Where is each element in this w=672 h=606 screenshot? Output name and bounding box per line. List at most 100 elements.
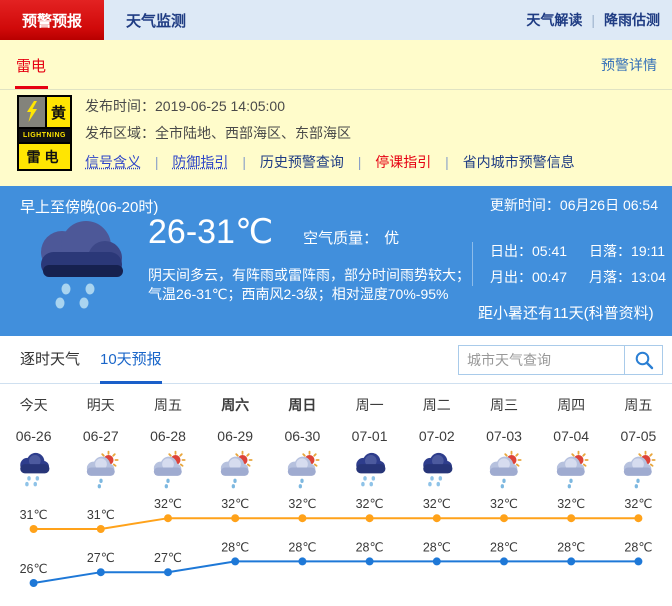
sun-shower-icon: [551, 449, 591, 491]
day-name: 周五: [605, 395, 672, 415]
sunset-label: 日落：: [589, 243, 631, 259]
update-time-line: 更新时间：06月26日 06:54: [490, 195, 658, 215]
issue-area-value: 全市陆地、西部海区、东部海区: [155, 125, 351, 141]
tab-warning-forecast[interactable]: 预警预报: [0, 0, 104, 40]
warning-sign-en-text: LIGHTNING: [19, 129, 70, 142]
high-temp-label: 32℃: [288, 497, 316, 511]
day-date: 06-29: [202, 428, 269, 444]
forecast-day-column[interactable]: 周二07-02: [403, 384, 470, 496]
link-signal-meaning[interactable]: 信号含义: [85, 154, 141, 170]
low-temp-line: [34, 561, 639, 583]
day-date: 06-26: [0, 428, 67, 444]
day-date: 07-03: [470, 428, 537, 444]
forecast-day-column[interactable]: 周五 07-05: [605, 384, 672, 496]
low-temp-label: 28℃: [624, 540, 652, 554]
high-temp-label: 31℃: [87, 508, 115, 522]
low-temp-label: 28℃: [557, 540, 585, 554]
high-temp-point: [634, 514, 642, 522]
forecast-day-column[interactable]: 周三 07-03: [470, 384, 537, 496]
day-date: 06-28: [134, 428, 201, 444]
solar-term-note-link[interactable]: 距小暑还有11天(科普资料): [478, 302, 654, 323]
day-name: 周日: [269, 395, 336, 415]
today-temp-range: 26-31℃: [148, 212, 273, 252]
day-name: 周二: [403, 395, 470, 415]
sunrise-item: 日出：05:41: [490, 238, 567, 264]
update-time-label: 更新时间：: [490, 197, 560, 213]
low-temp-label: 28℃: [423, 540, 451, 554]
low-temp-point: [500, 557, 508, 565]
high-temp-point: [30, 525, 38, 533]
sunrise-value: 05:41: [532, 243, 567, 259]
temp-chart: 31℃31℃32℃32℃32℃32℃32℃32℃32℃32℃26℃27℃27℃2…: [0, 496, 672, 601]
period-title: 早上至傍晚(06-20时): [20, 196, 158, 217]
forecast-day-column[interactable]: 明天06-27: [67, 384, 134, 496]
day-name: 周三: [470, 395, 537, 415]
link-class-suspension-guide[interactable]: 停课指引: [375, 154, 431, 170]
high-temp-label: 32℃: [423, 497, 451, 511]
high-temp-line: [34, 518, 639, 529]
low-temp-point: [567, 557, 575, 565]
issue-time-line: 发布时间：2019-06-25 14:05:00: [85, 96, 285, 116]
low-temp-point: [97, 568, 105, 576]
forecast-day-column[interactable]: 周六06-29: [202, 384, 269, 496]
day-date: 07-05: [605, 428, 672, 444]
issue-area-line: 发布区域：全市陆地、西部海区、东部海区: [85, 123, 351, 143]
issue-time-value: 2019-06-25 14:05:00: [155, 98, 285, 114]
warning-type-tab[interactable]: 雷电: [16, 55, 46, 76]
current-weather-panel: 早上至傍晚(06-20时) 26-31℃ 空气质量：优 阴天间多云，有阵雨或雷阵…: [0, 186, 672, 336]
moonset-label: 月落：: [589, 269, 631, 285]
low-temp-label: 26℃: [20, 562, 48, 576]
forecast-day-column[interactable]: 周一07-01: [336, 384, 403, 496]
search-button[interactable]: [625, 345, 663, 375]
tab-ten-day-forecast[interactable]: 10天预报: [100, 336, 162, 384]
day-date: 06-30: [269, 428, 336, 444]
moonset-item: 月落：13:04: [589, 264, 666, 290]
link-province-city-warnings[interactable]: 省内城市预警信息: [463, 154, 575, 170]
tab-weather-monitor[interactable]: 天气监测: [104, 0, 208, 40]
link-history-warning-query[interactable]: 历史预警查询: [260, 154, 344, 170]
low-temp-point: [30, 579, 38, 587]
forecast-day-column[interactable]: 周五 06-28: [134, 384, 201, 496]
forecast-day-column[interactable]: 周四07-04: [538, 384, 605, 496]
warning-detail-link[interactable]: 预警详情: [601, 55, 657, 75]
sunrise-label: 日出：: [490, 243, 532, 259]
link-weather-interpretation[interactable]: 天气解读: [526, 10, 582, 30]
high-temp-label: 32℃: [624, 497, 652, 511]
top-nav: 预警预报 天气监测 天气解读 | 降雨估测: [0, 0, 672, 40]
high-temp-label: 32℃: [221, 497, 249, 511]
day-name: 明天: [67, 395, 134, 415]
low-temp-point: [634, 557, 642, 565]
day-weather-icon: [148, 449, 188, 491]
rain-cloud-icon: [26, 216, 130, 321]
forecast-day-column[interactable]: 今天 06-26: [0, 384, 67, 496]
sunset-item: 日落：19:11: [589, 238, 666, 264]
low-temp-point: [231, 557, 239, 565]
day-name: 周五: [134, 395, 201, 415]
day-weather-icon: [484, 449, 524, 491]
weather-description-line2: 气温26-31℃；西南风2-3级；相对湿度70%-95%: [148, 285, 470, 304]
link-rain-estimate[interactable]: 降雨估测: [604, 10, 660, 30]
warning-header: 雷电 预警详情: [0, 40, 672, 90]
warn-link-separator: |: [435, 154, 459, 170]
weather-description-line1: 阴天间多云，有阵雨或雷阵雨，部分时间雨势较大；: [148, 266, 470, 285]
high-temp-point: [567, 514, 575, 522]
issue-time-label: 发布时间：: [85, 98, 155, 114]
issue-area-label: 发布区域：: [85, 125, 155, 141]
sun-shower-icon: [81, 449, 121, 491]
panel-vertical-divider: [472, 242, 473, 286]
moonset-value: 13:04: [631, 269, 666, 285]
day-date: 07-01: [336, 428, 403, 444]
day-weather-icon: [282, 449, 322, 491]
city-search-input[interactable]: [458, 345, 625, 375]
lightning-bolt-icon: [19, 97, 45, 127]
low-temp-label: 28℃: [288, 540, 316, 554]
forecast-tab-row: 逐时天气 10天预报: [0, 336, 672, 384]
sun-shower-icon: [215, 449, 255, 491]
forecast-day-column[interactable]: 周日 06-30: [269, 384, 336, 496]
warning-type-active-underline: [15, 86, 48, 89]
rain-icon: [417, 449, 457, 491]
day-name: 今天: [0, 395, 67, 415]
tab-hourly-weather[interactable]: 逐时天气: [20, 336, 80, 384]
link-defense-guide[interactable]: 防御指引: [172, 154, 228, 170]
warning-level-text: 黄: [47, 97, 70, 127]
